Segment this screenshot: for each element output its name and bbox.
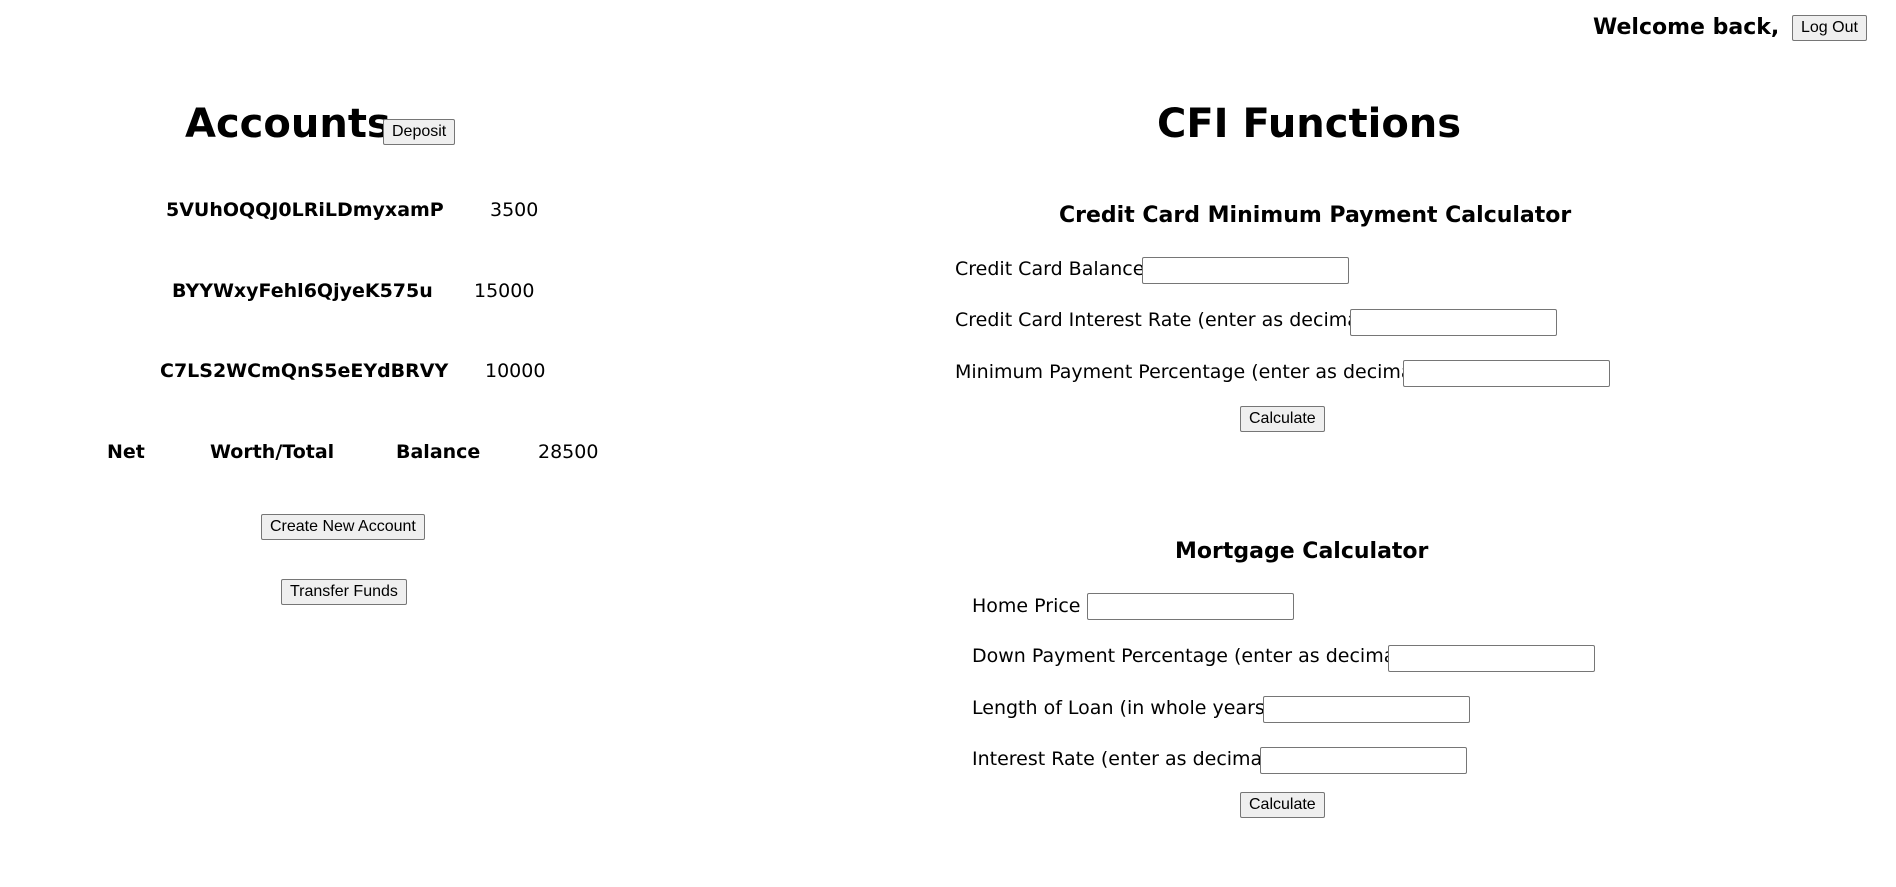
down-payment-pct-label: Down Payment Percentage (enter as decima…: [972, 645, 1409, 667]
home-price-input[interactable]: [1087, 593, 1294, 620]
down-payment-pct-input[interactable]: [1388, 645, 1595, 672]
account-balance: 10000: [485, 360, 546, 382]
accounts-title: Accounts: [185, 101, 391, 147]
net-worth-value: 28500: [538, 441, 599, 463]
credit-card-calculate-button[interactable]: Calculate: [1240, 406, 1325, 432]
account-balance: 15000: [474, 280, 535, 302]
credit-card-balance-input[interactable]: [1142, 257, 1349, 284]
mortgage-rate-input[interactable]: [1260, 747, 1467, 774]
create-account-button[interactable]: Create New Account: [261, 514, 425, 540]
home-price-label: Home Price: [972, 595, 1081, 617]
deposit-button[interactable]: Deposit: [383, 119, 456, 145]
welcome-text: Welcome back,: [1593, 15, 1780, 40]
mortgage-rate-label: Interest Rate (enter as decimal): [972, 748, 1275, 770]
credit-card-rate-input[interactable]: [1350, 309, 1557, 336]
page: Welcome back, Log Out Accounts Deposit 5…: [0, 0, 1896, 887]
account-id: BYYWxyFehl6QjyeK575u: [172, 280, 433, 302]
loan-length-input[interactable]: [1263, 696, 1470, 723]
cfi-title: CFI Functions: [1157, 101, 1462, 147]
logout-button[interactable]: Log Out: [1792, 15, 1867, 41]
account-balance: 3500: [490, 199, 539, 221]
net-worth-label-net: Net: [107, 441, 145, 463]
net-worth-label-worth: Worth/Total: [210, 441, 335, 463]
mortgage-calculator-title: Mortgage Calculator: [1175, 539, 1429, 564]
transfer-funds-button[interactable]: Transfer Funds: [281, 579, 407, 605]
credit-card-calculator-title: Credit Card Minimum Payment Calculator: [1059, 203, 1572, 228]
credit-card-rate-label: Credit Card Interest Rate (enter as deci…: [955, 309, 1372, 331]
mortgage-calculate-button[interactable]: Calculate: [1240, 792, 1325, 818]
min-payment-pct-input[interactable]: [1403, 360, 1610, 387]
min-payment-pct-label: Minimum Payment Percentage (enter as dec…: [955, 361, 1426, 383]
net-worth-label-balance: Balance: [396, 441, 481, 463]
account-id: 5VUhOQQJ0LRiLDmyxamP: [166, 199, 444, 221]
account-id: C7LS2WCmQnS5eEYdBRVY: [160, 360, 449, 382]
loan-length-label: Length of Loan (in whole years): [972, 697, 1273, 719]
credit-card-balance-label: Credit Card Balance: [955, 258, 1145, 280]
